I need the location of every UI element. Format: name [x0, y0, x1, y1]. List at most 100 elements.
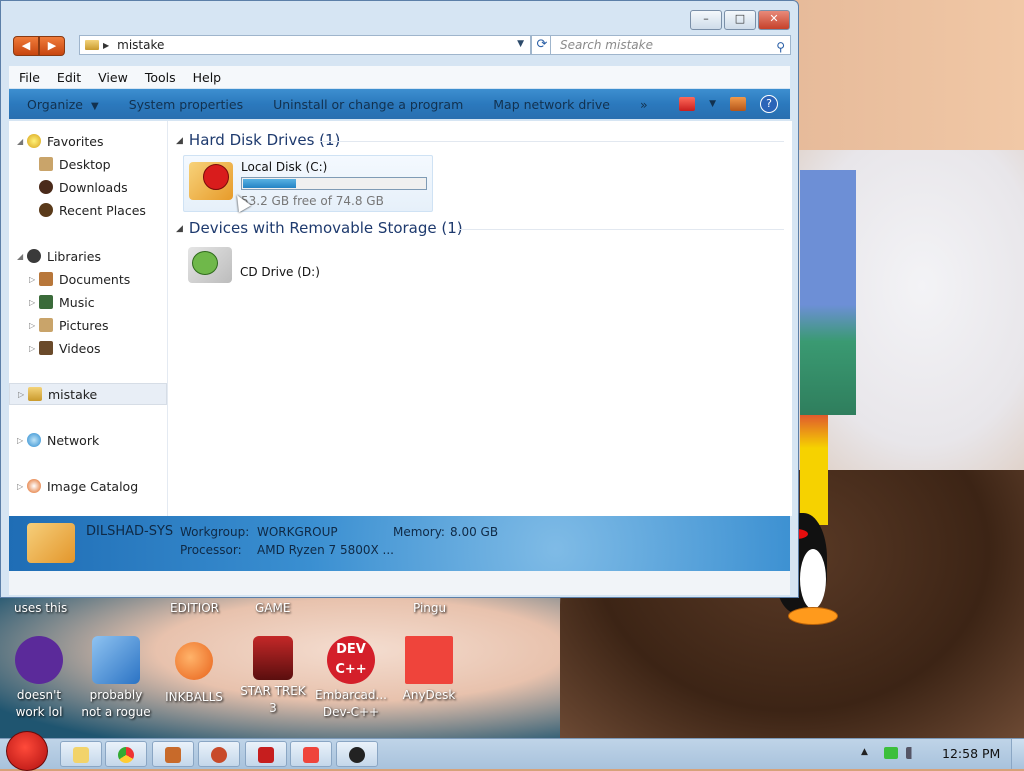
drive-free-space: 53.2 GB free of 74.8 GB [241, 194, 384, 208]
volume-icon[interactable] [906, 747, 920, 759]
nav-downloads[interactable]: Downloads [9, 176, 167, 198]
expand-arrow-icon[interactable]: ▷ [17, 436, 27, 445]
menu-tools[interactable]: Tools [145, 70, 176, 85]
breadcrumb-arrow-icon[interactable]: ▶ [103, 41, 109, 50]
expand-arrow-icon[interactable]: ▷ [18, 390, 28, 399]
desktop-icon-inkballs[interactable]: INKBALLS [158, 636, 230, 706]
anydesk-icon [303, 747, 319, 763]
help-icon[interactable]: ? [760, 95, 778, 113]
cd-drive-name: CD Drive (D:) [240, 265, 320, 279]
address-row: ◀ ▶ ▶ mistake ▼ ⟳ Search mistake ⚲ [13, 34, 791, 58]
nav-documents[interactable]: ▷ Documents [9, 268, 167, 290]
taskbar-paint[interactable] [152, 741, 194, 767]
computer-icon [28, 387, 42, 401]
collapse-arrow-icon[interactable]: ◢ [17, 137, 27, 146]
start-button[interactable] [6, 731, 48, 771]
nav-videos[interactable]: ▷ Videos [9, 337, 167, 359]
taskbar-pdf-reader[interactable] [245, 741, 287, 767]
system-properties-button[interactable]: System properties [129, 97, 243, 112]
nav-libraries[interactable]: ◢ Libraries [9, 245, 167, 267]
taskbar-explorer[interactable] [60, 741, 102, 767]
nav-favorites[interactable]: ◢ Favorites [9, 130, 167, 152]
collapse-arrow-icon[interactable]: ◢ [17, 252, 27, 261]
nav-image-catalog[interactable]: ▷ Image Catalog [9, 475, 167, 497]
close-button[interactable]: ✕ [758, 10, 790, 30]
group-divider [320, 141, 784, 142]
show-hidden-icons-button[interactable]: ▲ [861, 747, 868, 757]
star-icon [27, 134, 41, 148]
nav-network[interactable]: ▷ Network [9, 429, 167, 451]
back-button[interactable]: ◀ [13, 36, 39, 56]
taskbar-anydesk[interactable] [290, 741, 332, 767]
forward-button[interactable]: ▶ [39, 36, 65, 56]
desktop-label-editior: EDITIOR [170, 601, 220, 615]
nav-network-label: Network [47, 432, 100, 448]
desktop-icon-dev-cpp[interactable]: DEV C++ Embarcad... Dev-C++ [315, 636, 387, 721]
address-path[interactable]: mistake [117, 38, 164, 52]
minimize-button[interactable]: – [690, 10, 722, 30]
explorer-window: – □ ✕ ◀ ▶ ▶ mistake ▼ ⟳ Search mistake ⚲… [0, 0, 799, 598]
expand-arrow-icon[interactable]: ▷ [29, 321, 39, 330]
show-desktop-button[interactable] [1011, 739, 1024, 769]
desktop-icon-anydesk[interactable]: AnyDesk [393, 636, 465, 704]
expand-arrow-icon[interactable]: ▷ [29, 344, 39, 353]
background-window-tile [800, 170, 856, 415]
desktop-icon-label-line2: not a rogue [81, 705, 151, 719]
window-controls: – □ ✕ [690, 10, 790, 30]
local-disk-c-tile[interactable]: Local Disk (C:) 53.2 GB free of 74.8 GB [183, 155, 433, 212]
nav-pictures[interactable]: ▷ Pictures [9, 314, 167, 336]
view-options-icon[interactable] [679, 97, 696, 111]
title-bar[interactable]: – □ ✕ [1, 1, 798, 31]
group-hdd-label: Hard Disk Drives (1) [188, 131, 341, 149]
back-arrow-icon: ◀ [21, 39, 31, 52]
expand-arrow-icon[interactable]: ▷ [29, 275, 39, 284]
details-pane: DILSHAD-SYS Workgroup: WORKGROUP Memory:… [9, 516, 790, 571]
nav-mistake-label: mistake [48, 386, 98, 402]
workgroup-label: Workgroup: [180, 525, 250, 539]
forward-arrow-icon: ▶ [47, 39, 57, 52]
desktop-icon-probably[interactable]: probably not a rogue [80, 636, 152, 721]
search-icon[interactable]: ⚲ [776, 38, 785, 56]
nav-desktop[interactable]: Desktop [9, 153, 167, 175]
expand-arrow-icon[interactable]: ▷ [17, 482, 27, 491]
nav-mistake[interactable]: ▷ mistake [9, 383, 167, 405]
address-bar[interactable]: ▶ mistake ▼ [79, 35, 531, 55]
network-icon [27, 433, 41, 447]
taskbar-angry-birds[interactable] [198, 741, 240, 767]
collapse-group-icon[interactable]: ◢ [176, 224, 183, 234]
search-input[interactable]: Search mistake ⚲ [550, 35, 791, 55]
taskbar-chrome[interactable] [105, 741, 147, 767]
battery-icon[interactable] [884, 747, 898, 759]
taskbar-clock[interactable]: 12:58 PM [942, 746, 1000, 761]
preview-pane-icon[interactable] [730, 97, 746, 111]
taskbar-pingu[interactable] [336, 741, 378, 767]
pingu-belly [800, 549, 826, 609]
collapse-group-icon[interactable]: ◢ [176, 136, 183, 146]
cd-drive-d-tile[interactable]: CD Drive (D:) [183, 245, 383, 285]
pingu-icon [349, 747, 365, 763]
menu-file[interactable]: File [19, 70, 40, 85]
nav-libraries-label: Libraries [47, 248, 101, 264]
expand-arrow-icon[interactable]: ▷ [29, 298, 39, 307]
group-removable-storage[interactable]: ◢ Devices with Removable Storage (1) [176, 219, 463, 237]
desktop-icon-yahoo[interactable]: doesn't work lol [3, 636, 75, 721]
group-hard-disk-drives[interactable]: ◢ Hard Disk Drives (1) [176, 131, 340, 149]
address-dropdown-icon[interactable]: ▼ [517, 39, 524, 49]
anydesk-icon [405, 636, 453, 684]
desktop-icon-star-trek[interactable]: STAR TREK 3 [237, 636, 309, 717]
green-pig-icon [192, 251, 218, 275]
maximize-button[interactable]: □ [724, 10, 756, 30]
nav-recent-places[interactable]: Recent Places [9, 199, 167, 221]
more-commands-button[interactable]: » [640, 97, 648, 112]
menu-view[interactable]: View [98, 70, 128, 85]
menu-edit[interactable]: Edit [57, 70, 81, 85]
organize-button[interactable]: Organize ▼ [27, 97, 99, 112]
desktop-icon-label: AnyDesk [402, 688, 456, 702]
desktop-label-uses-this: uses this [14, 601, 68, 615]
uninstall-program-button[interactable]: Uninstall or change a program [273, 97, 463, 112]
map-network-drive-button[interactable]: Map network drive [493, 97, 610, 112]
menu-help[interactable]: Help [193, 70, 222, 85]
pdf-reader-icon [258, 747, 274, 763]
nav-music[interactable]: ▷ Music [9, 291, 167, 313]
view-dropdown-icon[interactable]: ▼ [709, 99, 716, 109]
